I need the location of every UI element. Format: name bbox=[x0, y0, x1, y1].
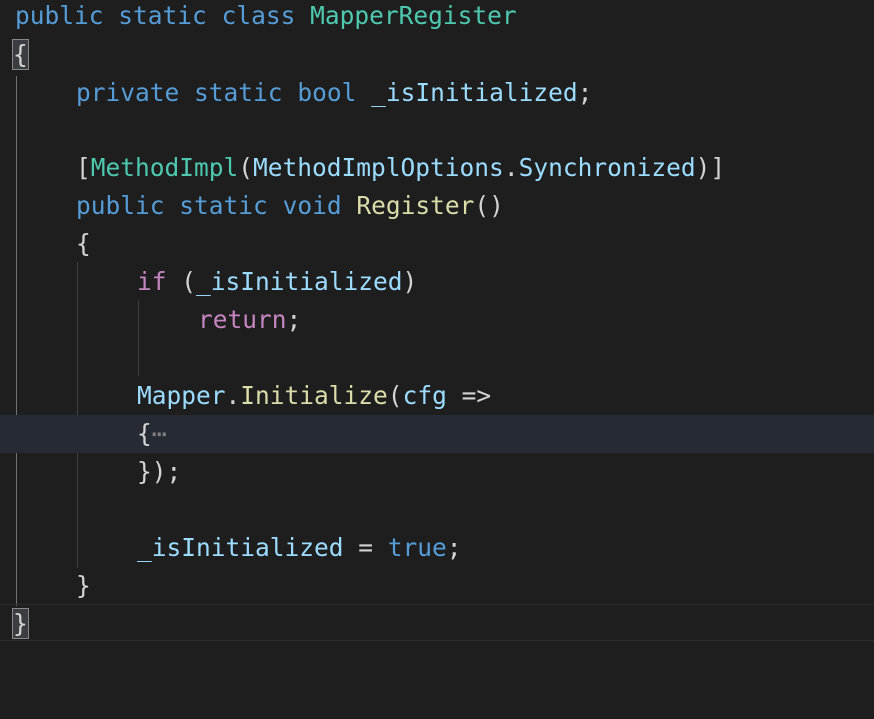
punctuation: . bbox=[503, 153, 519, 182]
editor-bottom-border bbox=[0, 640, 874, 641]
open-brace: { bbox=[137, 419, 152, 448]
line-content: }); bbox=[137, 453, 181, 491]
code-line-6[interactable]: public static void Register() bbox=[0, 187, 874, 225]
field-name: _isInitialized bbox=[137, 533, 344, 562]
control-keyword: return bbox=[198, 305, 287, 334]
punctuation: )] bbox=[695, 153, 726, 182]
keyword: static bbox=[179, 191, 268, 220]
punctuation: () bbox=[474, 191, 504, 220]
open-brace: { bbox=[12, 39, 29, 70]
keyword: public bbox=[15, 1, 104, 30]
punctuation: }); bbox=[137, 457, 182, 486]
parameter-name: cfg bbox=[402, 381, 447, 410]
keyword: public bbox=[76, 191, 165, 220]
class-reference: Mapper bbox=[137, 381, 226, 410]
line-content: } bbox=[76, 567, 91, 605]
line-content: if (_isInitialized) bbox=[137, 263, 417, 301]
line-content: {⋯ bbox=[137, 415, 167, 453]
attribute-name: MethodImpl bbox=[90, 153, 239, 182]
punctuation: ( bbox=[238, 153, 254, 182]
boolean-literal: true bbox=[387, 533, 447, 562]
code-line-17[interactable]: } bbox=[0, 605, 874, 643]
method-name: Register bbox=[356, 191, 475, 220]
punctuation: . bbox=[225, 381, 241, 410]
folded-region-ellipsis[interactable]: ⋯ bbox=[152, 419, 167, 448]
field-name: _isInitialized bbox=[196, 267, 403, 296]
punctuation: ) bbox=[402, 267, 418, 296]
code-line-12[interactable]: {⋯ bbox=[0, 415, 874, 453]
line-content: { bbox=[12, 36, 29, 74]
open-brace: { bbox=[76, 229, 91, 258]
operator: = bbox=[343, 533, 388, 562]
keyword: void bbox=[282, 191, 342, 220]
code-line-1[interactable]: public static class MapperRegister bbox=[0, 0, 874, 35]
enum-name: MethodImplOptions bbox=[253, 153, 504, 182]
line-content: } bbox=[12, 605, 29, 643]
code-line-9[interactable]: return; bbox=[0, 301, 874, 339]
code-line-3[interactable]: private static bool _isInitialized; bbox=[0, 74, 874, 112]
line-content: _isInitialized = true; bbox=[137, 529, 462, 567]
punctuation: [ bbox=[76, 153, 91, 182]
line-content: return; bbox=[198, 301, 301, 339]
punctuation: ( bbox=[387, 381, 403, 410]
line-content: private static bool _isInitialized; bbox=[76, 74, 592, 112]
keyword: static bbox=[194, 78, 283, 107]
code-line-13[interactable]: }); bbox=[0, 453, 874, 491]
punctuation: ; bbox=[286, 305, 302, 334]
code-line-5[interactable]: [MethodImpl(MethodImplOptions.Synchroniz… bbox=[0, 149, 874, 187]
code-line-16[interactable]: } bbox=[0, 567, 874, 605]
line-content: public static void Register() bbox=[76, 187, 504, 225]
code-line-2[interactable]: { bbox=[0, 36, 874, 74]
code-line-15[interactable]: _isInitialized = true; bbox=[0, 529, 874, 567]
enum-member: Synchronized bbox=[518, 153, 696, 182]
code-line-8[interactable]: if (_isInitialized) bbox=[0, 263, 874, 301]
lambda-arrow: => bbox=[446, 381, 492, 410]
keyword: private bbox=[76, 78, 180, 107]
keyword: class bbox=[221, 1, 296, 30]
class-name: MapperRegister bbox=[310, 1, 517, 30]
close-brace: } bbox=[76, 571, 91, 600]
punctuation: ( bbox=[166, 267, 197, 296]
keyword: static bbox=[118, 1, 207, 30]
code-line-7[interactable]: { bbox=[0, 225, 874, 263]
line-content: { bbox=[76, 225, 91, 263]
code-line-11[interactable]: Mapper.Initialize(cfg => bbox=[0, 377, 874, 415]
field-name: _isInitialized bbox=[371, 78, 578, 107]
line-content: [MethodImpl(MethodImplOptions.Synchroniz… bbox=[76, 149, 725, 187]
control-keyword: if bbox=[137, 267, 167, 296]
punctuation: ; bbox=[577, 78, 593, 107]
line-content: Mapper.Initialize(cfg => bbox=[137, 377, 491, 415]
keyword: bool bbox=[297, 78, 357, 107]
method-name: Initialize bbox=[240, 381, 388, 410]
code-editor[interactable]: public static class MapperRegister { pri… bbox=[0, 0, 874, 649]
line-content: public static class MapperRegister bbox=[15, 0, 517, 35]
punctuation: ; bbox=[446, 533, 462, 562]
close-brace: } bbox=[12, 608, 29, 639]
